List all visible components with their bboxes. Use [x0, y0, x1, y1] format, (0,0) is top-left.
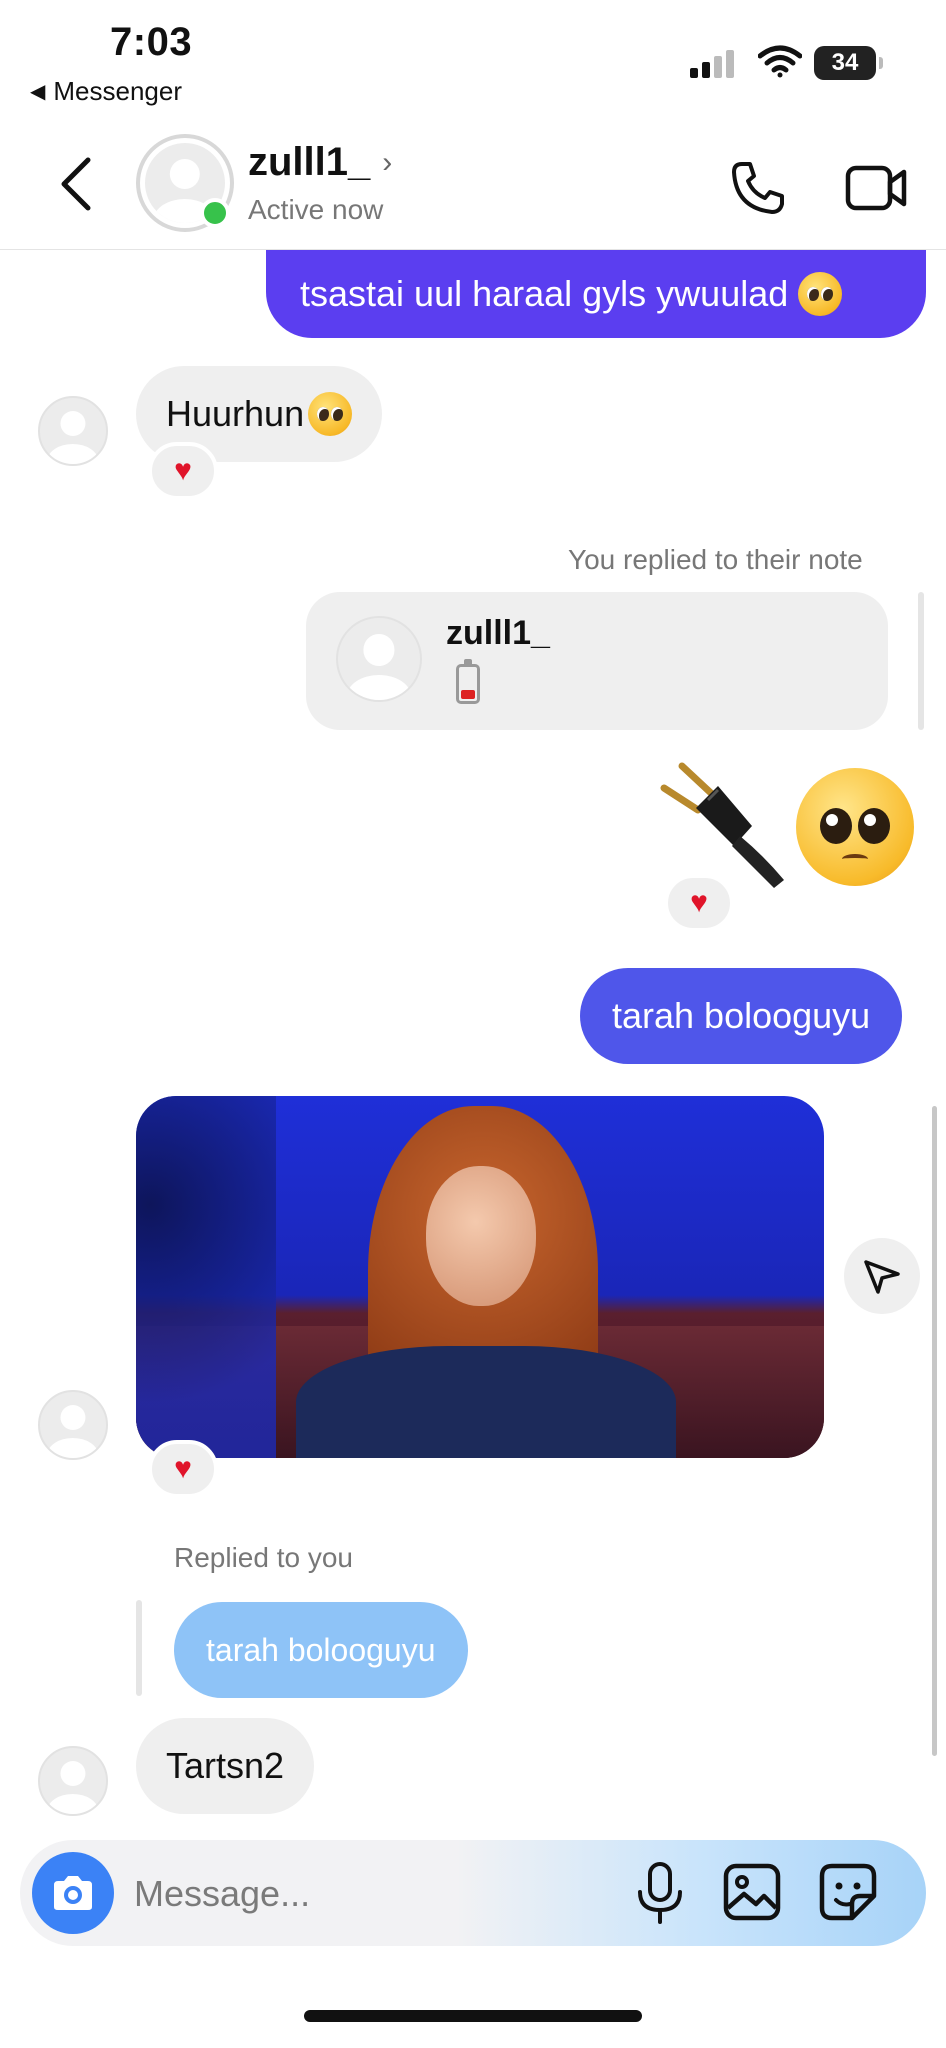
message-text: Huurhun	[166, 393, 305, 434]
cellular-signal-icon	[690, 50, 734, 78]
contact-name: zulll1_	[248, 140, 371, 184]
back-app-label: Messenger	[53, 76, 183, 106]
heart-reaction-icon[interactable]: ♥	[148, 442, 218, 500]
received-photo[interactable]	[136, 1096, 824, 1458]
message-text: tarah bolooguyu	[612, 995, 871, 1036]
camera-button[interactable]	[32, 1852, 114, 1934]
message-input[interactable]	[134, 1862, 604, 1926]
send-arrow-icon	[864, 1260, 900, 1294]
share-button[interactable]	[844, 1238, 920, 1314]
received-message[interactable]: Tartsn2	[136, 1718, 315, 1814]
note-author-avatar	[336, 616, 422, 702]
phone-icon[interactable]	[728, 158, 788, 218]
note-reply-divider	[918, 592, 924, 730]
reply-indicator-bar	[136, 1600, 142, 1696]
video-camera-icon[interactable]	[844, 158, 908, 218]
battery-indicator: 34	[814, 46, 883, 80]
home-indicator[interactable]	[304, 2010, 642, 2022]
quoted-message[interactable]: tarah bolooguyu	[174, 1602, 468, 1698]
sender-avatar[interactable]	[38, 1390, 108, 1460]
pleading-face-icon	[798, 272, 843, 316]
heart-reaction-icon[interactable]: ♥	[664, 874, 734, 932]
message-text: Tartsn2	[166, 1745, 285, 1786]
chevron-right-icon: ›	[382, 145, 393, 179]
sticker-icon[interactable]	[818, 1862, 878, 1922]
heart-reaction-icon[interactable]: ♥	[148, 1440, 218, 1498]
contact-status: Active now	[248, 194, 384, 225]
low-battery-icon	[456, 659, 480, 704]
sent-message[interactable]: tarah bolooguyu	[580, 968, 903, 1064]
status-time: 7:03	[110, 20, 193, 64]
sender-avatar[interactable]	[38, 396, 108, 466]
note-author-name: zulll1_	[446, 614, 550, 652]
chat-header: zulll1_ › Active now	[0, 120, 946, 250]
gallery-icon[interactable]	[722, 1862, 782, 1922]
note-reply-label: You replied to their note	[568, 544, 863, 575]
pleading-face-icon[interactable]	[796, 768, 914, 886]
back-to-app-link[interactable]: ◀ Messenger	[30, 76, 182, 107]
sender-avatar[interactable]	[38, 1746, 108, 1816]
thread-scrollbar[interactable]	[932, 1106, 937, 1756]
online-status-dot	[200, 198, 230, 228]
contact-name-link[interactable]: zulll1_ ›	[248, 140, 392, 185]
status-bar: 7:03 ◀ Messenger 34	[0, 0, 946, 110]
reply-label: Replied to you	[174, 1542, 354, 1573]
camera-icon	[54, 1876, 92, 1910]
message-text: tsastai uul haraal gyls ywuulad	[300, 273, 789, 314]
wifi-icon	[758, 45, 802, 78]
microphone-icon[interactable]	[632, 1860, 688, 1926]
pleading-face-icon	[308, 392, 353, 436]
sent-message[interactable]: tsastai uul haraal gyls ywuulad	[266, 250, 926, 338]
back-triangle-icon: ◀	[30, 81, 46, 103]
electric-plug-icon[interactable]	[656, 760, 786, 890]
back-chevron-icon[interactable]	[56, 154, 96, 214]
